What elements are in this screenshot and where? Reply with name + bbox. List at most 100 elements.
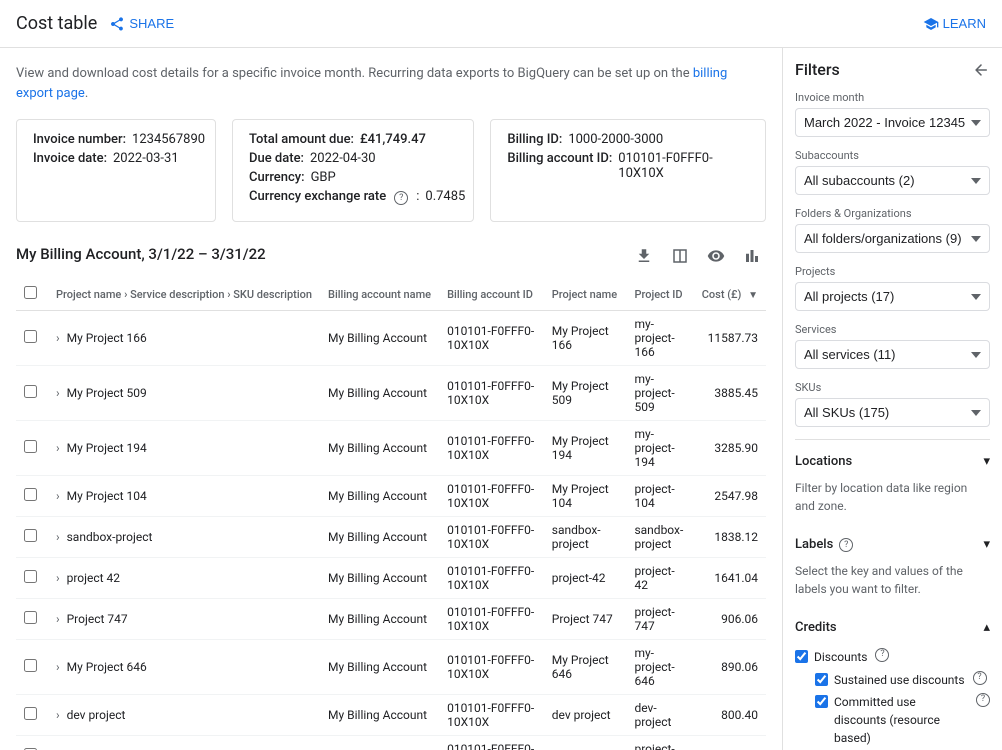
discounts-help-icon[interactable]: ?: [875, 648, 889, 662]
table-body: › My Project 166 My Billing Account 0101…: [16, 311, 766, 750]
folders-select[interactable]: All folders/organizations (9): [795, 224, 990, 253]
services-select[interactable]: All services (11): [795, 340, 990, 369]
expand-icon[interactable]: ›: [56, 331, 60, 345]
row-checkbox[interactable]: [24, 707, 37, 720]
row-checkbox[interactable]: [24, 385, 37, 398]
row-project-id: sandbox-project: [626, 517, 693, 558]
locations-desc: Filter by location data like region and …: [795, 481, 967, 513]
expand-icon[interactable]: ›: [56, 530, 60, 544]
invoice-month-label: Invoice month: [795, 91, 990, 104]
select-all-header[interactable]: [16, 278, 48, 311]
row-billing-account-name: My Billing Account: [320, 599, 439, 640]
select-all-checkbox[interactable]: [24, 286, 37, 299]
table-row: › My Project 509 My Billing Account 0101…: [16, 366, 766, 421]
expand-icon[interactable]: ›: [56, 441, 60, 455]
committed-help-icon[interactable]: ?: [976, 693, 990, 707]
row-checkbox-cell[interactable]: [16, 599, 48, 640]
committed-row: Committed use discounts (resource based)…: [815, 691, 990, 749]
th-billing-account-name[interactable]: Billing account name: [320, 278, 439, 311]
row-checkbox[interactable]: [24, 488, 37, 501]
credits-chevron: [983, 620, 990, 635]
credits-header[interactable]: Credits: [795, 614, 990, 641]
locations-chevron: [983, 454, 990, 469]
credits-title: Credits: [795, 620, 837, 635]
expand-icon[interactable]: ›: [56, 612, 60, 626]
expand-icon[interactable]: ›: [56, 386, 60, 400]
row-checkbox[interactable]: [24, 611, 37, 624]
invoice-card-1: Invoice number: 1234567890 Invoice date:…: [16, 119, 216, 222]
discounts-checkbox[interactable]: [795, 650, 808, 663]
subaccounts-select[interactable]: All subaccounts (2): [795, 166, 990, 195]
expand-icon[interactable]: ›: [56, 489, 60, 503]
collapse-icon: [972, 61, 990, 79]
row-project-name: Project 10: [544, 736, 627, 750]
exchange-help-icon[interactable]: ?: [394, 191, 408, 205]
locations-header[interactable]: Locations: [795, 448, 990, 475]
row-checkbox[interactable]: [24, 659, 37, 672]
row-project-id: my-project-194: [626, 421, 693, 476]
row-billing-account-name: My Billing Account: [320, 366, 439, 421]
row-checkbox-cell[interactable]: [16, 558, 48, 599]
row-checkbox-cell[interactable]: [16, 366, 48, 421]
expand-icon[interactable]: ›: [56, 571, 60, 585]
expand-icon[interactable]: ›: [56, 660, 60, 674]
skus-select[interactable]: All SKUs (175): [795, 398, 990, 427]
row-project-name: Project 747: [544, 599, 627, 640]
row-checkbox[interactable]: [24, 440, 37, 453]
row-cost: 11587.73: [694, 311, 766, 366]
row-checkbox-cell[interactable]: [16, 517, 48, 558]
row-project-name: My Project 646: [544, 640, 627, 695]
row-checkbox-cell[interactable]: [16, 736, 48, 750]
learn-button[interactable]: LEARN: [923, 16, 986, 32]
labels-desc: Select the key and values of the labels …: [795, 564, 963, 596]
row-checkbox-cell[interactable]: [16, 476, 48, 517]
sustained-checkbox[interactable]: [815, 673, 828, 686]
download-button[interactable]: [630, 242, 658, 270]
labels-title: Labels: [795, 537, 833, 552]
row-billing-account-id: 010101-F0FFF0-10X10X: [439, 421, 544, 476]
invoice-month-select[interactable]: March 2022 - Invoice 1234567890: [795, 108, 990, 137]
row-checkbox[interactable]: [24, 529, 37, 542]
chart-button[interactable]: [738, 242, 766, 270]
sustained-help-icon[interactable]: ?: [973, 671, 987, 685]
row-project-name: sandbox-project: [544, 517, 627, 558]
th-project[interactable]: Project name › Service description › SKU…: [48, 278, 320, 311]
row-checkbox[interactable]: [24, 570, 37, 583]
labels-help-icon[interactable]: ?: [839, 538, 853, 552]
table-header-row: Project name › Service description › SKU…: [16, 278, 766, 311]
table-row: › My Project 194 My Billing Account 0101…: [16, 421, 766, 476]
row-cost: 2547.98: [694, 476, 766, 517]
committed-checkbox[interactable]: [815, 695, 828, 708]
filters-collapse-button[interactable]: [972, 61, 990, 79]
row-project-id: project-10: [626, 736, 693, 750]
row-checkbox-cell[interactable]: [16, 640, 48, 695]
services-filter: Services All services (11): [795, 323, 990, 369]
row-project: › My Project 166: [48, 311, 320, 366]
visibility-button[interactable]: [702, 242, 730, 270]
expand-icon[interactable]: ›: [56, 708, 60, 722]
columns-button[interactable]: [666, 242, 694, 270]
row-billing-account-name: My Billing Account: [320, 476, 439, 517]
share-button[interactable]: SHARE: [109, 16, 174, 32]
download-icon: [635, 247, 653, 265]
invoice-date-label: Invoice date:: [33, 151, 107, 166]
row-billing-account-name: My Billing Account: [320, 736, 439, 750]
row-checkbox-cell[interactable]: [16, 311, 48, 366]
row-cost: 3285.90: [694, 421, 766, 476]
row-checkbox-cell[interactable]: [16, 695, 48, 736]
page-title: Cost table: [16, 13, 97, 34]
row-checkbox-cell[interactable]: [16, 421, 48, 476]
labels-header[interactable]: Labels ?: [795, 531, 990, 558]
row-billing-account-id: 010101-F0FFF0-10X10X: [439, 640, 544, 695]
filters-title: Filters: [795, 60, 840, 79]
skus-filter: SKUs All SKUs (175): [795, 381, 990, 427]
row-project: › My Project 194: [48, 421, 320, 476]
row-billing-account-id: 010101-F0FFF0-10X10X: [439, 366, 544, 421]
row-checkbox[interactable]: [24, 330, 37, 343]
projects-select[interactable]: All projects (17): [795, 282, 990, 311]
th-billing-account-id[interactable]: Billing account ID: [439, 278, 544, 311]
invoice-card-2: Total amount due: £41,749.47 Due date: 2…: [232, 119, 474, 222]
th-project-id[interactable]: Project ID: [626, 278, 693, 311]
th-cost[interactable]: Cost (£) ▼: [694, 278, 766, 311]
th-project-name[interactable]: Project name: [544, 278, 627, 311]
